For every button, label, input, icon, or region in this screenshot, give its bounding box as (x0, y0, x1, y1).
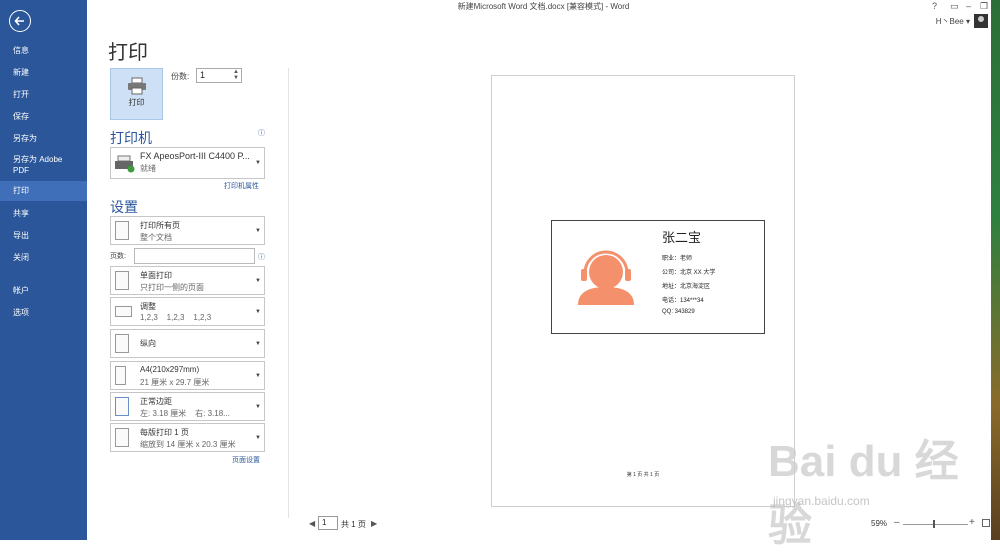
avatar[interactable] (974, 14, 988, 28)
dropdown-arrow-icon: ▼ (255, 160, 261, 166)
pages-info-icon[interactable]: ⓘ (258, 252, 265, 262)
setting-line1: 打印所有页 (140, 221, 180, 230)
nav-save[interactable]: 保存 (0, 111, 87, 122)
panel-divider (288, 68, 289, 518)
card-line: 地址：北京海淀区 (662, 284, 711, 290)
nav-print[interactable]: 打印 (0, 181, 87, 201)
ribbon-display-icon[interactable]: ▭ (950, 1, 959, 12)
dropdown-arrow-icon: ▼ (255, 340, 261, 347)
current-page-input[interactable]: 1 (318, 516, 338, 530)
paper-size-select[interactable]: A4(210x297mm) 21 厘米 x 29.7 厘米 ▼ (110, 361, 265, 390)
nav-options[interactable]: 选项 (0, 307, 87, 318)
baidu-watermark-url: jingyan.baidu.com (773, 494, 870, 508)
pages-per-sheet-select[interactable]: 每版打印 1 页 缩放到 14 厘米 x 20.3 厘米 ▼ (110, 423, 265, 452)
print-button[interactable]: 打印 (110, 68, 163, 120)
nav-new[interactable]: 新建 (0, 67, 87, 78)
printer-header: 打印机 (110, 130, 152, 146)
margins-select[interactable]: 正常边距 左: 3.18 厘米 右: 3.18... ▼ (110, 392, 265, 421)
printer-select[interactable]: FX ApeosPort-III C4400 P... 就绪 ▼ (110, 147, 265, 179)
spinner-arrows-icon[interactable]: ▲ ▼ (233, 69, 239, 81)
setting-line2: 1,2,3 1,2,3 1,2,3 (140, 313, 212, 322)
nav-share[interactable]: 共享 (0, 208, 87, 219)
setting-line1: 纵向 (140, 339, 156, 348)
collate-icon (115, 306, 132, 317)
page-title: 打印 (108, 42, 148, 64)
printer-status: 就绪 (140, 164, 156, 173)
setting-line2: 只打印一侧的页面 (140, 283, 204, 292)
dropdown-arrow-icon: ▼ (255, 308, 261, 315)
setting-line2: 缩放到 14 厘米 x 20.3 厘米 (140, 440, 236, 449)
dropdown-arrow-icon: ▼ (255, 277, 261, 284)
card-line: QQ: 343829 (662, 309, 695, 315)
nav-export[interactable]: 导出 (0, 230, 87, 241)
zoom-slider-thumb[interactable] (933, 520, 935, 528)
setting-line2: 21 厘米 x 29.7 厘米 (140, 378, 210, 387)
setting-line1: 每版打印 1 页 (140, 428, 189, 437)
setting-line2: 整个文档 (140, 233, 172, 242)
printer-info-icon[interactable]: ⓘ (258, 128, 265, 138)
orientation-select[interactable]: 纵向 ▼ (110, 329, 265, 358)
restore-icon[interactable]: ❐ (980, 1, 988, 12)
pages-input[interactable] (134, 248, 255, 264)
card-name: 张二宝 (662, 231, 702, 246)
setting-line1: 单面打印 (140, 271, 172, 280)
help-button[interactable]: ? (932, 1, 937, 11)
back-arrow-icon (14, 16, 24, 26)
card-line: 公司：北京 XX 大学 (662, 270, 716, 276)
nav-save-as-pdf[interactable]: 另存为 Adobe PDF (0, 154, 75, 176)
page-footer-text: 第 1 页 共 1 页 (626, 472, 660, 478)
single-sided-icon (115, 271, 129, 290)
next-page-icon[interactable]: ▶ (371, 519, 377, 528)
setting-line1: 正常边距 (140, 397, 172, 406)
back-button[interactable] (9, 10, 31, 32)
zoom-in-icon[interactable]: + (969, 517, 975, 528)
margins-icon (115, 397, 129, 416)
dropdown-arrow-icon: ▼ (255, 403, 261, 410)
pages-per-sheet-icon (115, 428, 129, 447)
print-button-label: 打印 (128, 98, 145, 107)
collate-select[interactable]: 调整 1,2,3 1,2,3 1,2,3 ▼ (110, 297, 265, 326)
nav-account[interactable]: 帐户 (0, 285, 87, 296)
copies-label: 份数: (171, 72, 190, 81)
backstage-sidebar: 信息 新建 打开 保存 另存为 另存为 Adobe PDF 打印 共享 导出 关… (0, 0, 87, 540)
zoom-level[interactable]: 59% (871, 519, 887, 528)
nav-info[interactable]: 信息 (0, 45, 87, 56)
nav-close[interactable]: 关闭 (0, 252, 87, 263)
copies-spinner[interactable]: 1 ▲ ▼ (196, 68, 242, 83)
dropdown-arrow-icon: ▼ (255, 372, 261, 379)
prev-page-icon[interactable]: ◀ (309, 519, 315, 528)
pages-label: 页数: (110, 253, 126, 260)
zoom-to-page-icon[interactable] (982, 519, 990, 527)
printer-device-icon (115, 155, 135, 173)
minimize-icon[interactable]: – (966, 1, 971, 11)
settings-header: 设置 (110, 199, 138, 215)
setting-line1: A4(210x297mm) (140, 365, 200, 374)
copies-value: 1 (200, 70, 206, 80)
portrait-icon (115, 334, 129, 353)
printer-icon (128, 77, 146, 95)
setting-line2: 左: 3.18 厘米 右: 3.18... (140, 409, 230, 418)
business-card: 张二宝 职业：老师 公司：北京 XX 大学 地址：北京海淀区 电话：134***… (551, 220, 765, 334)
page-setup-link[interactable]: 页面设置 (232, 455, 260, 465)
window-title: 新建Microsoft Word 文档.docx [兼容模式] - Word (457, 2, 630, 11)
setting-line1: 调整 (140, 302, 156, 311)
nav-open[interactable]: 打开 (0, 89, 87, 100)
card-line: 职业：老师 (662, 256, 693, 262)
user-name[interactable]: H丶Bee ▾ (936, 16, 970, 27)
baidu-watermark: Bai du 经验 (768, 437, 959, 550)
printer-name: FX ApeosPort-III C4400 P... (140, 151, 250, 161)
dropdown-arrow-icon: ▼ (255, 227, 261, 234)
pages-icon (115, 221, 129, 240)
card-line: 电话：134***34 (662, 298, 704, 304)
total-pages: 共 1 页 (341, 520, 366, 529)
zoom-slider-track[interactable] (903, 524, 968, 525)
zoom-out-icon[interactable]: – (894, 517, 900, 528)
nav-save-as[interactable]: 另存为 (0, 133, 87, 144)
headset-avatar-icon (578, 250, 634, 305)
sides-select[interactable]: 单面打印 只打印一侧的页面 ▼ (110, 266, 265, 295)
paper-icon (115, 366, 126, 385)
printer-properties-link[interactable]: 打印机属性 (224, 181, 259, 191)
dropdown-arrow-icon: ▼ (255, 434, 261, 441)
print-range-select[interactable]: 打印所有页 整个文档 ▼ (110, 216, 265, 245)
